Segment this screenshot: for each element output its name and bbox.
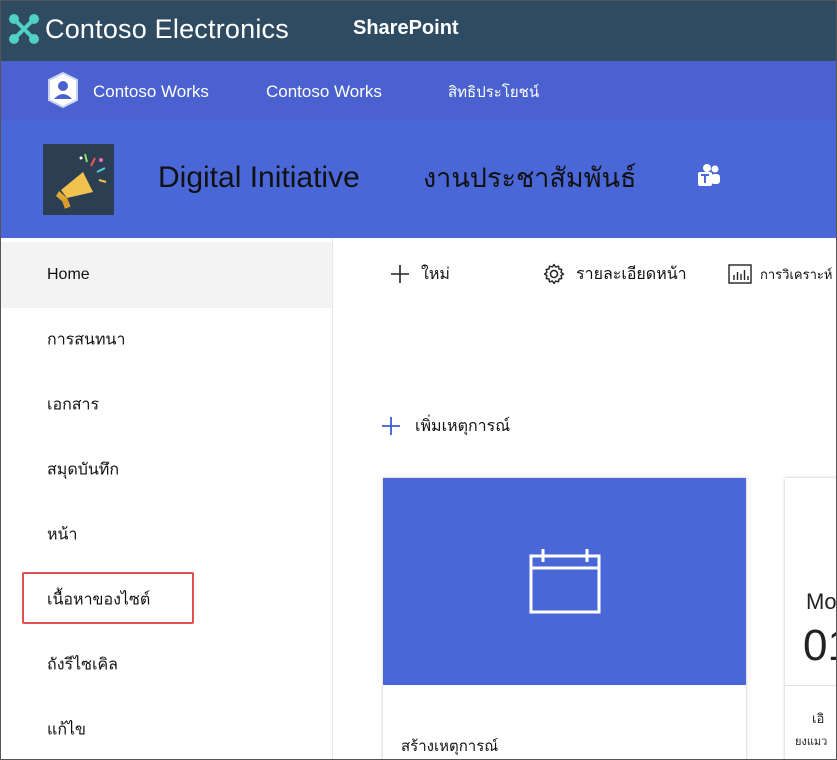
gear-icon	[543, 263, 565, 285]
new-button-label: ใหม่	[421, 265, 450, 283]
analytics-chart-icon	[728, 264, 752, 284]
page-details-button[interactable]: รายละเอียดหน้า	[542, 259, 687, 289]
event-title-fragment: เอิ	[812, 711, 825, 726]
plus-icon	[391, 265, 409, 283]
hub-link-contoso-works-1[interactable]: Contoso Works	[93, 81, 209, 103]
new-button[interactable]: ใหม่	[389, 259, 450, 289]
site-title[interactable]: Digital Initiative	[158, 158, 360, 198]
nav-item-notebook[interactable]: สมุดบันทึก	[1, 437, 332, 503]
event-card-banner	[383, 478, 746, 685]
site-header: Digital Initiative งานประชาสัมพันธ์	[1, 120, 836, 238]
nav-item-recycle-bin[interactable]: ถังรีไซเคิล	[1, 632, 332, 698]
nav-item-label: หน้า	[47, 526, 78, 544]
nav-item-edit[interactable]: แก้ไข	[1, 697, 332, 759]
sharepoint-window: Contoso Electronics SharePoint Contoso W…	[0, 0, 837, 760]
calendar-icon	[529, 549, 601, 614]
add-event-label: เพิ่มเหตุการณ์	[415, 417, 511, 435]
event-card-title: สร้างเหตุการณ์	[401, 738, 499, 755]
nav-item-label: เอกสาร	[47, 396, 100, 414]
nav-item-label: ถังรีไซเคิล	[47, 656, 118, 674]
event-card-partial[interactable]: Mo 01 เอิ ยงแมว	[785, 478, 837, 759]
teams-icon[interactable]	[695, 162, 723, 190]
org-name[interactable]: Contoso Electronics	[45, 12, 289, 46]
analytics-button[interactable]: การวิเคราะห์	[728, 259, 832, 289]
event-location-fragment: ยงแมว	[795, 736, 828, 748]
nav-item-label: สมุดบันทึก	[47, 461, 120, 479]
page-details-label: รายละเอียดหน้า	[576, 265, 687, 283]
event-day: 01	[803, 621, 836, 670]
hub-navigation: Contoso Works Contoso Works สิทธิประโยชน…	[1, 61, 836, 120]
nav-item-documents[interactable]: เอกสาร	[1, 372, 332, 438]
waffle-x-icon[interactable]	[7, 12, 41, 46]
nav-item-pages[interactable]: หน้า	[1, 502, 332, 568]
hub-link-benefits[interactable]: สิทธิประโยชน์	[448, 82, 539, 104]
nav-item-label: Home	[47, 266, 90, 283]
hub-link-contoso-works-2[interactable]: Contoso Works	[266, 81, 382, 103]
app-name[interactable]: SharePoint	[353, 13, 459, 43]
event-card[interactable]: สร้างเหตุการณ์	[383, 478, 746, 759]
site-subtitle: งานประชาสัมพันธ์	[423, 163, 637, 193]
nav-item-label: แก้ไข	[47, 721, 86, 739]
nav-item-conversations[interactable]: การสนทนา	[1, 307, 332, 373]
event-month: Mo	[806, 589, 837, 614]
add-event-button[interactable]: เพิ่มเหตุการณ์	[381, 412, 510, 440]
megaphone-icon	[56, 153, 107, 209]
analytics-label: การวิเคราะห์	[760, 266, 833, 282]
divider	[785, 685, 836, 686]
left-navigation: Home การสนทนา เอกสาร สมุดบันทึก หน้า เนื…	[1, 238, 333, 759]
site-contents-highlight-box	[22, 572, 194, 624]
hub-site-logo-icon[interactable]	[45, 71, 81, 109]
plus-icon	[382, 417, 400, 435]
site-logo[interactable]	[43, 144, 114, 215]
nav-item-home[interactable]: Home	[1, 242, 332, 308]
suite-bar: Contoso Electronics SharePoint	[1, 1, 836, 61]
nav-item-label: การสนทนา	[47, 331, 126, 349]
